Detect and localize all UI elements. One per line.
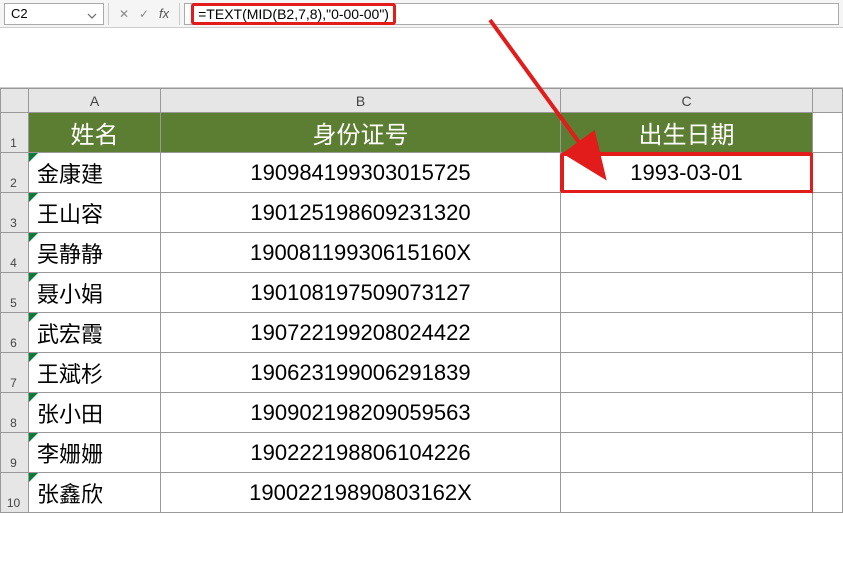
cell-id[interactable]: 190222198806104226 [161,433,561,473]
col-header-D[interactable] [813,89,843,113]
formula-controls: ✕ ✓ fx [108,3,180,25]
chevron-down-icon[interactable] [87,9,97,19]
formula-bar: C2 ✕ ✓ fx =TEXT(MID(B2,7,8),"0-00-00") [0,0,843,28]
cell[interactable] [813,433,843,473]
row-header[interactable]: 4 [1,233,29,273]
cell-birthdate[interactable] [561,193,813,233]
cell-id[interactable]: 190125198609231320 [161,193,561,233]
cell-birthdate[interactable] [561,473,813,513]
row-header[interactable]: 1 [1,113,29,153]
name-box[interactable]: C2 [4,3,104,25]
cell-name[interactable]: 王山容 [29,193,161,233]
cell-birthdate[interactable] [561,233,813,273]
cell-birthdate[interactable] [561,353,813,393]
cell[interactable] [813,393,843,433]
row-header[interactable]: 9 [1,433,29,473]
cell[interactable] [813,313,843,353]
cell-id[interactable]: 19002219890803162X [161,473,561,513]
row-header[interactable]: 3 [1,193,29,233]
cell-name[interactable]: 聂小娟 [29,273,161,313]
grid-corner[interactable] [1,89,29,113]
row-header[interactable]: 2 [1,153,29,193]
cell-name[interactable]: 武宏霞 [29,313,161,353]
cell[interactable] [813,273,843,313]
cell-birthdate[interactable] [561,313,813,353]
cell-name[interactable]: 吴静静 [29,233,161,273]
cell-birthdate[interactable] [561,393,813,433]
formula-input[interactable]: =TEXT(MID(B2,7,8),"0-00-00") [184,3,839,25]
cell-id[interactable]: 190722199208024422 [161,313,561,353]
cell-name[interactable]: 张鑫欣 [29,473,161,513]
row-header[interactable]: 7 [1,353,29,393]
cancel-icon[interactable]: ✕ [115,5,133,23]
col-header-A[interactable]: A [29,89,161,113]
cell-name[interactable]: 张小田 [29,393,161,433]
cell-id[interactable]: 190623199006291839 [161,353,561,393]
cell-birthdate[interactable] [561,273,813,313]
cell[interactable] [813,153,843,193]
cell-birthdate-active[interactable]: 1993-03-01 [561,153,813,193]
col-header-B[interactable]: B [161,89,561,113]
table-header-id[interactable]: 身份证号 [161,113,561,153]
table-header-birth[interactable]: 出生日期 [561,113,813,153]
cell-id[interactable]: 190902198209059563 [161,393,561,433]
cell[interactable] [813,113,843,153]
cell-id[interactable]: 190108197509073127 [161,273,561,313]
confirm-icon[interactable]: ✓ [135,5,153,23]
cell[interactable] [813,473,843,513]
cell-id[interactable]: 190984199303015725 [161,153,561,193]
row-header[interactable]: 5 [1,273,29,313]
row-header[interactable]: 8 [1,393,29,433]
spreadsheet-grid: A B C 1 姓名 身份证号 出生日期 2 金康建 1909841993030… [0,88,843,513]
table-header-name[interactable]: 姓名 [29,113,161,153]
cell-name[interactable]: 王斌杉 [29,353,161,393]
row-header[interactable]: 10 [1,473,29,513]
fx-label[interactable]: fx [155,6,173,21]
cell[interactable] [813,353,843,393]
col-header-C[interactable]: C [561,89,813,113]
cell-name[interactable]: 金康建 [29,153,161,193]
cell-id[interactable]: 19008119930615160X [161,233,561,273]
cell-birthdate[interactable] [561,433,813,473]
formula-text: =TEXT(MID(B2,7,8),"0-00-00") [191,3,396,25]
cell[interactable] [813,193,843,233]
name-box-value: C2 [11,6,87,21]
cell-name[interactable]: 李姗姗 [29,433,161,473]
row-header[interactable]: 6 [1,313,29,353]
formula-expand-area [0,28,843,88]
cell[interactable] [813,233,843,273]
